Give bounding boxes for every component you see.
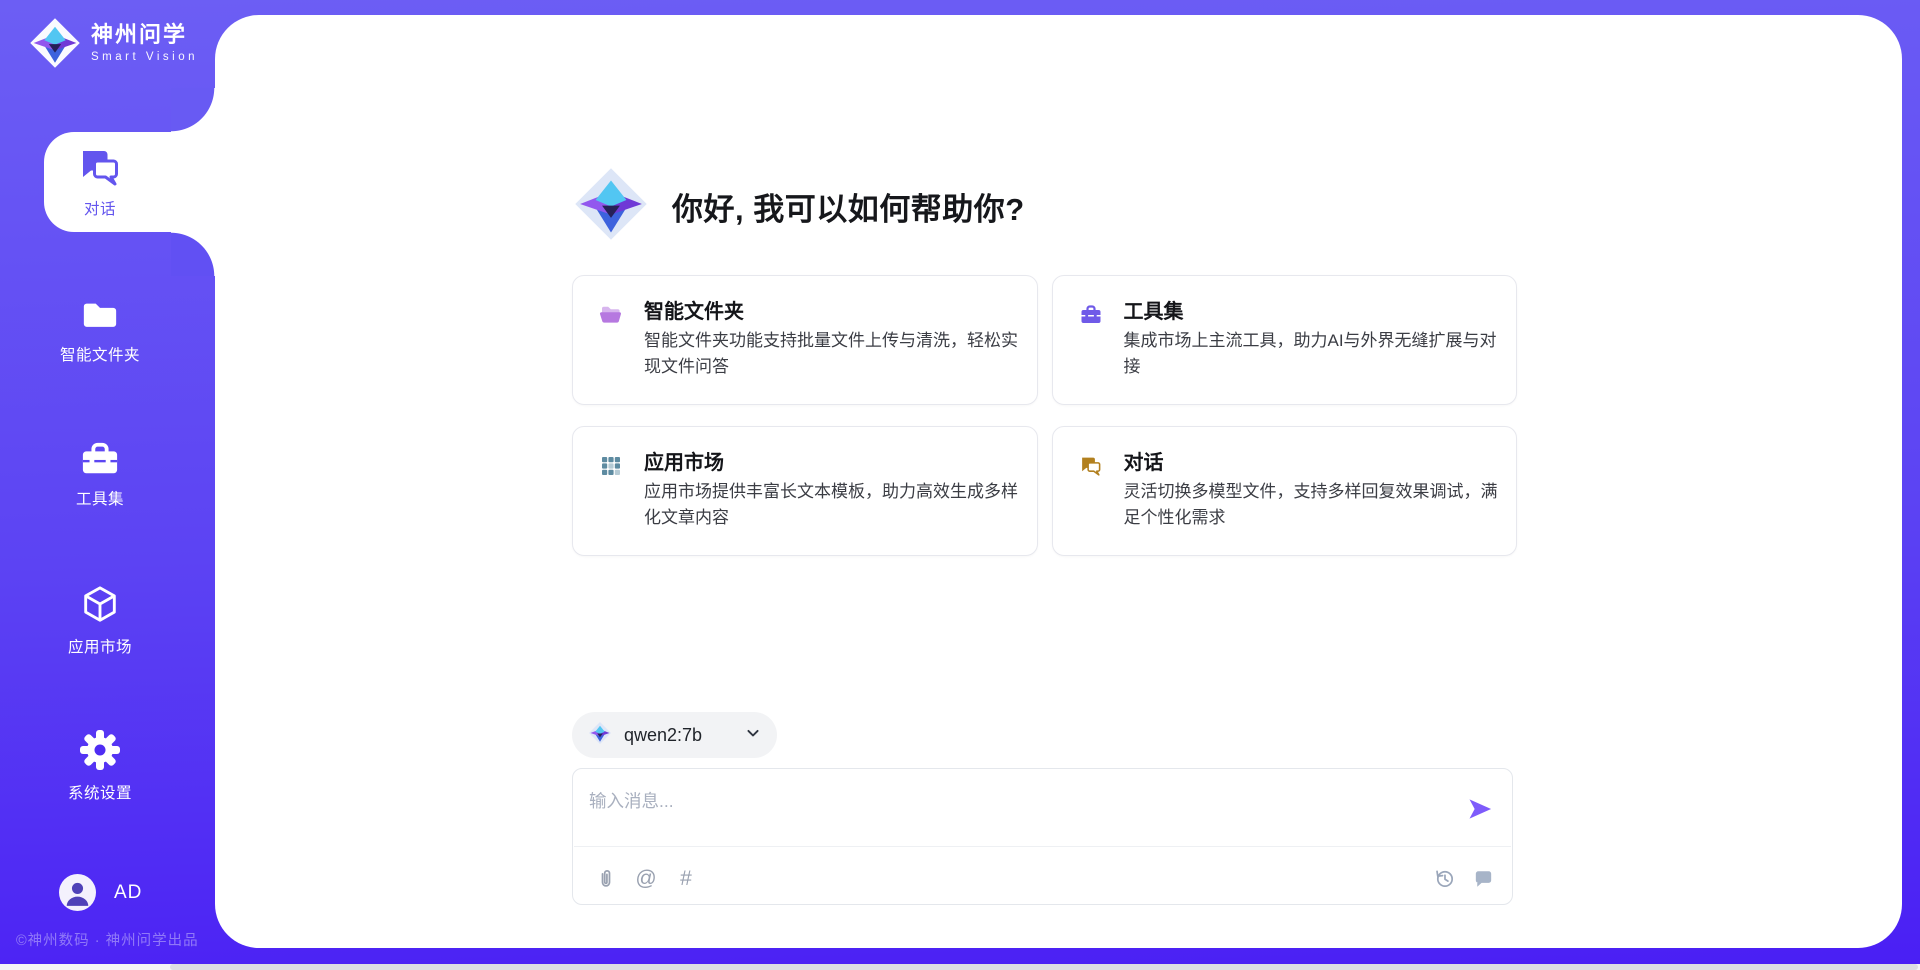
sidebar-item-label: 对话	[84, 197, 116, 219]
sidebar-item-label: 系统设置	[68, 781, 132, 803]
feature-card-chat[interactable]: 对话 灵活切换多模型文件，支持多样回复效果调试，满足个性化需求	[1052, 426, 1518, 556]
active-tab-curve-bottom	[171, 232, 215, 276]
topic-button[interactable]: #	[673, 865, 699, 891]
composer-actions	[1431, 865, 1496, 891]
mention-button[interactable]: @	[633, 865, 659, 891]
sidebar-item-settings[interactable]: 系统设置	[0, 728, 200, 803]
toolbox-icon	[1079, 303, 1103, 327]
person-icon	[59, 874, 96, 911]
brand-logo: 神州问学 Smart Vision	[28, 16, 198, 70]
brand-diamond-icon	[28, 16, 82, 70]
sidebar-item-label: 工具集	[76, 487, 124, 509]
chevron-down-icon	[743, 723, 763, 748]
brand-name: 神州问学	[91, 23, 198, 47]
feature-card-smart-folders[interactable]: 智能文件夹 智能文件夹功能支持批量文件上传与清洗，轻松实现文件问答	[572, 275, 1038, 405]
card-description: 应用市场提供丰富长文本模板，助力高效生成多样化文章内容	[644, 479, 1018, 531]
copyright: ©神州数码 · 神州问学出品	[16, 929, 199, 950]
sidebar-item-app-market[interactable]: 应用市场	[0, 584, 200, 657]
scrollbar-thumb[interactable]	[170, 964, 1918, 970]
brand-diamond-icon	[572, 165, 650, 248]
user-name: AD	[114, 882, 142, 904]
folder-open-icon	[599, 303, 623, 327]
feature-card-app-market[interactable]: 应用市场 应用市场提供丰富长文本模板，助力高效生成多样化文章内容	[572, 426, 1038, 556]
message-input[interactable]	[589, 779, 1439, 823]
model-name: qwen2:7b	[624, 725, 731, 746]
user-profile[interactable]: AD	[59, 874, 142, 911]
card-title: 智能文件夹	[644, 295, 744, 324]
chat-bubbles-icon	[1079, 454, 1103, 478]
paperclip-icon	[595, 867, 617, 889]
chat-bubble-icon	[1472, 867, 1495, 890]
feature-card-toolset[interactable]: 工具集 集成市场上主流工具，助力AI与外界无缝扩展与对接	[1052, 275, 1518, 405]
card-title: 工具集	[1124, 295, 1184, 324]
send-button[interactable]	[1466, 795, 1494, 823]
cube-icon	[79, 584, 121, 626]
main-panel: 你好, 我可以如何帮助你? 智能文件夹 智能文件夹功能支持批量文件上传与清洗，轻…	[215, 15, 1902, 948]
send-icon	[1466, 795, 1494, 823]
model-selector[interactable]: qwen2:7b	[572, 712, 777, 758]
app-grid-icon	[599, 454, 623, 478]
toolbox-icon	[79, 440, 121, 478]
avatar	[59, 874, 96, 911]
folder-icon	[79, 296, 121, 334]
card-description: 集成市场上主流工具，助力AI与外界无缝扩展与对接	[1124, 328, 1498, 380]
composer-tools: @ #	[593, 865, 699, 891]
active-tab-curve-top	[171, 88, 215, 132]
brand-subtitle: Smart Vision	[91, 51, 198, 63]
card-title: 应用市场	[644, 446, 724, 475]
app-window: 你好, 我可以如何帮助你? 智能文件夹 智能文件夹功能支持批量文件上传与清洗，轻…	[0, 0, 1920, 970]
sidebar-item-label: 应用市场	[68, 635, 132, 657]
composer: @ #	[572, 768, 1513, 905]
sidebar-item-chat[interactable]: 对话	[0, 146, 200, 219]
chat-bubbles-icon	[77, 146, 123, 188]
greeting: 你好, 我可以如何帮助你?	[572, 165, 1025, 248]
card-description: 智能文件夹功能支持批量文件上传与清洗，轻松实现文件问答	[644, 328, 1018, 380]
history-button[interactable]	[1431, 865, 1457, 891]
feedback-button[interactable]	[1470, 865, 1496, 891]
greeting-title: 你好, 我可以如何帮助你?	[672, 184, 1025, 229]
sidebar-item-label: 智能文件夹	[60, 343, 140, 365]
card-title: 对话	[1124, 446, 1164, 475]
sidebar-item-toolset[interactable]: 工具集	[0, 440, 200, 509]
feature-cards: 智能文件夹 智能文件夹功能支持批量文件上传与清洗，轻松实现文件问答 工具集 集成…	[572, 275, 1517, 556]
history-icon	[1433, 867, 1456, 890]
card-description: 灵活切换多模型文件，支持多样回复效果调试，满足个性化需求	[1124, 479, 1498, 531]
gear-icon	[78, 728, 122, 772]
sidebar-item-smart-folders[interactable]: 智能文件夹	[0, 296, 200, 365]
model-diamond-icon	[588, 721, 612, 750]
composer-divider	[574, 846, 1511, 847]
attach-button[interactable]	[593, 865, 619, 891]
horizontal-scrollbar[interactable]	[0, 964, 1920, 970]
